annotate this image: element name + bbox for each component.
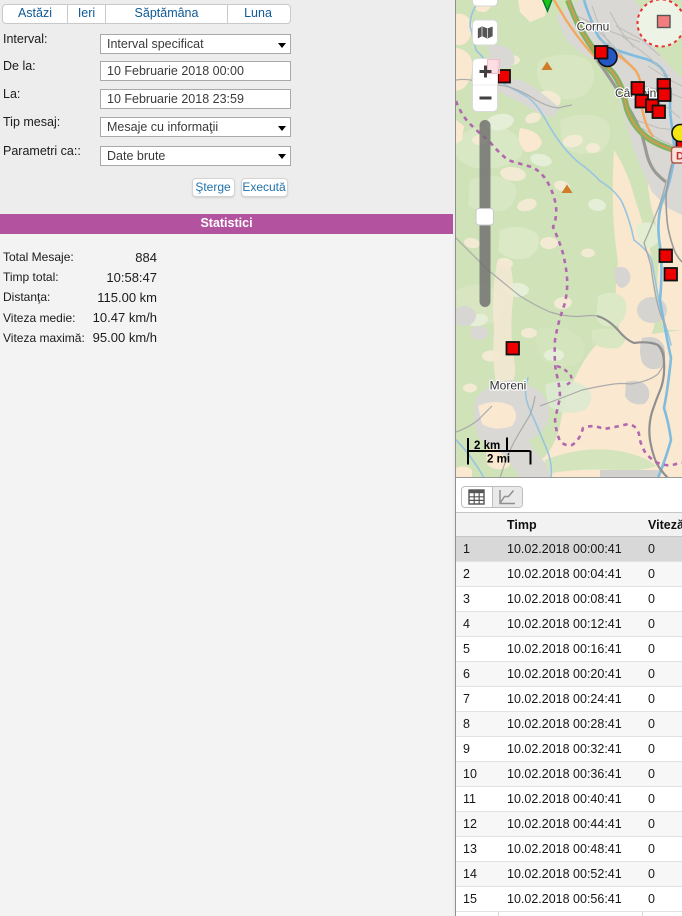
svg-text:2 km: 2 km <box>474 440 500 452</box>
svg-text:Moreni: Moreni <box>490 379 527 393</box>
svg-text:D: D <box>676 151 682 163</box>
svg-text:Cornu: Cornu <box>577 20 610 34</box>
svg-text:2 mi: 2 mi <box>487 454 510 466</box>
